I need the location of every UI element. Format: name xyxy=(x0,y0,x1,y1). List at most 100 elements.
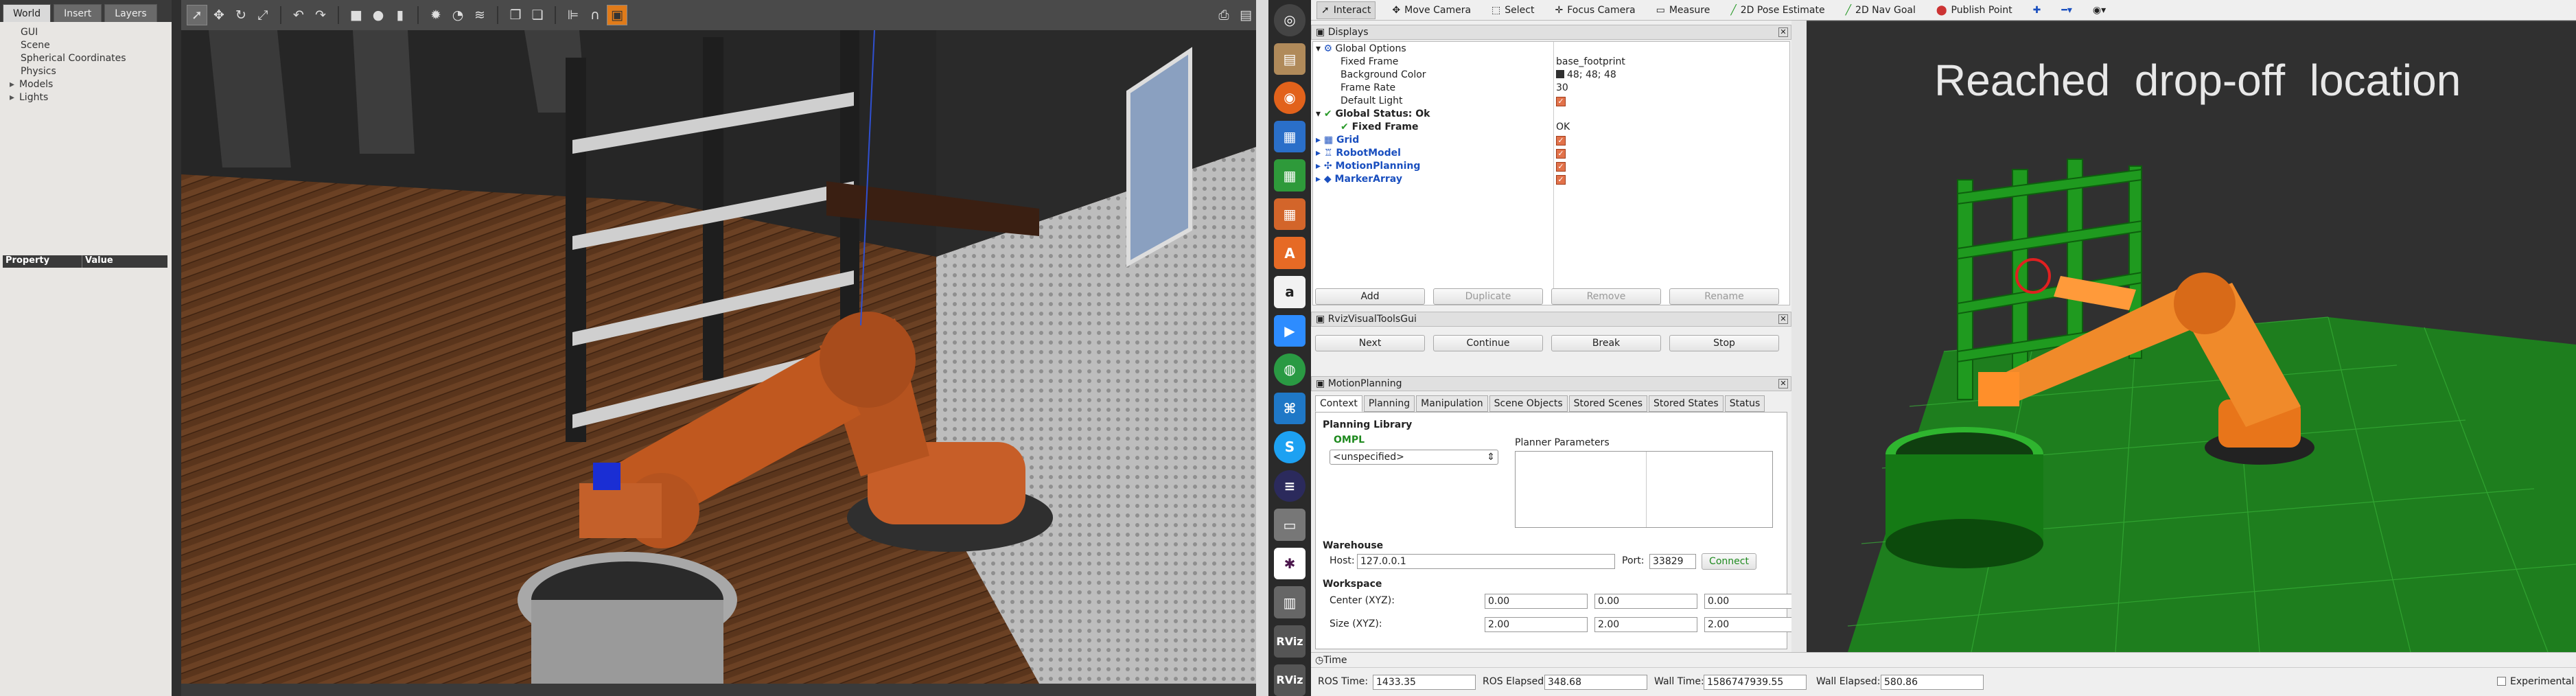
close-icon[interactable]: ✕ xyxy=(1778,314,1788,324)
tree-row-background-color[interactable]: Background Color 48; 48; 48 xyxy=(1313,68,1789,81)
grid-checkbox[interactable]: ✓ xyxy=(1556,135,1566,146)
motionplanning-checkbox[interactable]: ✓ xyxy=(1556,161,1566,172)
robotmodel-checkbox[interactable]: ✓ xyxy=(1556,148,1566,159)
ros-elapsed-field[interactable]: 348.68 xyxy=(1544,675,1647,690)
paste-icon[interactable]: ❏ xyxy=(527,5,548,25)
tree-row-status-fixed-frame[interactable]: ✔ Fixed Frame OK xyxy=(1313,120,1789,133)
calc-icon[interactable]: ▦ xyxy=(1274,159,1306,192)
tab-stored-scenes[interactable]: Stored Scenes xyxy=(1568,395,1647,412)
cylinder-shape-icon[interactable]: ▮ xyxy=(390,5,410,25)
snap-icon[interactable]: ∩ xyxy=(585,5,605,25)
add-tool-button[interactable]: ✚ xyxy=(2029,1,2045,19)
record-icon[interactable]: ▤ xyxy=(1235,5,1256,25)
tool-interact[interactable]: ➚ Interact xyxy=(1316,1,1376,19)
tree-row-frame-rate[interactable]: Frame Rate 30 xyxy=(1313,81,1789,94)
tab-manipulation[interactable]: Manipulation xyxy=(1416,395,1488,412)
remove-button[interactable]: Remove xyxy=(1551,288,1661,305)
close-icon[interactable]: ✕ xyxy=(1778,27,1788,37)
orange-camera-icon[interactable]: ▣ xyxy=(607,5,627,25)
redo-icon[interactable]: ↷ xyxy=(310,5,331,25)
port-input[interactable]: 33829 xyxy=(1649,554,1696,569)
tree-row-default-light[interactable]: Default Light ✓ xyxy=(1313,94,1789,107)
software-center-icon[interactable]: A xyxy=(1274,237,1306,269)
tool-measure[interactable]: ▭ Measure xyxy=(1652,1,1715,19)
tool-move-camera[interactable]: ✥ Move Camera xyxy=(1388,1,1475,19)
tree-row-global-status[interactable]: ▾ ✔ Global Status: Ok xyxy=(1313,107,1789,120)
scale-mode-icon[interactable]: ⤢ xyxy=(253,5,273,25)
ros-time-field[interactable]: 1433.35 xyxy=(1373,675,1476,690)
tree-row-robotmodel[interactable]: ▸ ♖ RobotModel ✓ xyxy=(1313,146,1789,159)
firefox-icon[interactable]: ◉ xyxy=(1274,82,1306,114)
point-light-icon[interactable]: ✹ xyxy=(426,5,446,25)
align-icon[interactable]: ⊫ xyxy=(563,5,583,25)
stop-button[interactable]: Stop xyxy=(1669,335,1779,351)
tree-row-grid[interactable]: ▸ ▦ Grid ✓ xyxy=(1313,133,1789,146)
tree-row-global-options[interactable]: ▾ ⚙ Global Options xyxy=(1313,42,1789,55)
gazebo-3d-viewport[interactable] xyxy=(181,30,1256,684)
ubuntu-logo-icon[interactable]: ◎ xyxy=(1274,4,1306,36)
add-button[interactable]: Add xyxy=(1315,288,1425,305)
skype-icon[interactable]: S xyxy=(1274,431,1306,463)
tab-insert[interactable]: Insert xyxy=(54,4,102,22)
tool-publish-point[interactable]: ⬤ Publish Point xyxy=(1932,1,2017,19)
select-mode-icon[interactable]: ➚ xyxy=(187,5,207,25)
undo-icon[interactable]: ↶ xyxy=(288,5,309,25)
tab-status[interactable]: Status xyxy=(1724,395,1765,412)
tool-focus-camera[interactable]: ✛ Focus Camera xyxy=(1551,1,1639,19)
center-x-input[interactable]: 0.00 xyxy=(1485,594,1588,609)
box-shape-icon[interactable]: ■ xyxy=(346,5,367,25)
close-icon[interactable]: ✕ xyxy=(1778,379,1788,388)
rename-button[interactable]: Rename xyxy=(1669,288,1779,305)
planner-parameters-table[interactable] xyxy=(1515,451,1773,528)
size-y-input[interactable]: 2.00 xyxy=(1594,617,1697,632)
tab-layers[interactable]: Layers xyxy=(104,4,157,22)
slack-icon[interactable]: ✱ xyxy=(1274,547,1306,580)
tree-item-spherical-coordinates[interactable]: Spherical Coordinates xyxy=(3,52,170,65)
background-color-value[interactable]: 48; 48; 48 xyxy=(1567,69,1616,80)
copy-icon[interactable]: ❐ xyxy=(505,5,526,25)
experimental-checkbox[interactable] xyxy=(2497,677,2506,686)
amazon-icon[interactable]: a xyxy=(1274,275,1306,308)
break-button[interactable]: Break xyxy=(1551,335,1661,351)
view-options-button[interactable]: ◉▾ xyxy=(2089,1,2110,19)
translate-mode-icon[interactable]: ✥ xyxy=(209,5,229,25)
directional-light-icon[interactable]: ≋ xyxy=(469,5,490,25)
tree-item-lights[interactable]: Lights xyxy=(3,91,170,104)
rotate-mode-icon[interactable]: ↻ xyxy=(231,5,251,25)
default-light-checkbox[interactable]: ✓ xyxy=(1556,96,1566,106)
tree-item-models[interactable]: Models xyxy=(3,78,170,91)
tool-2d-pose-estimate[interactable]: ╱ 2D Pose Estimate xyxy=(1726,1,1829,19)
planner-select[interactable]: <unspecified> ⇕ xyxy=(1330,450,1498,465)
chrome-icon[interactable]: ◍ xyxy=(1274,353,1306,386)
zoom-icon[interactable]: ▶ xyxy=(1274,314,1306,347)
size-x-input[interactable]: 2.00 xyxy=(1485,617,1588,632)
drive-icon[interactable]: ▭ xyxy=(1274,509,1306,541)
vscode-icon[interactable]: ⌘ xyxy=(1274,392,1306,425)
tree-item-gui[interactable]: GUI xyxy=(3,26,170,39)
tree-item-scene[interactable]: Scene xyxy=(3,39,170,52)
rviz-icon[interactable]: RViz xyxy=(1274,625,1306,658)
remove-tool-button[interactable]: ━▾ xyxy=(2057,1,2076,19)
impress-icon[interactable]: ▦ xyxy=(1274,198,1306,231)
tree-item-physics[interactable]: Physics xyxy=(3,65,170,78)
next-button[interactable]: Next xyxy=(1315,335,1425,351)
panel-splitter[interactable] xyxy=(1791,21,1807,652)
files-icon[interactable]: ▤ xyxy=(1274,43,1306,76)
tab-scene-objects[interactable]: Scene Objects xyxy=(1489,395,1568,412)
tree-row-motionplanning[interactable]: ▸ ✣ MotionPlanning ✓ xyxy=(1313,159,1789,172)
rviz-3d-viewport[interactable]: Reached drop-off location xyxy=(1807,22,2576,652)
markerarray-checkbox[interactable]: ✓ xyxy=(1556,174,1566,185)
printer-icon[interactable]: ▥ xyxy=(1274,586,1306,618)
spot-light-icon[interactable]: ◔ xyxy=(448,5,468,25)
continue-button[interactable]: Continue xyxy=(1433,335,1543,351)
tree-row-fixed-frame[interactable]: Fixed Frame base_footprint xyxy=(1313,55,1789,68)
sphere-shape-icon[interactable]: ● xyxy=(368,5,388,25)
wall-time-field[interactable]: 1586747939.55 xyxy=(1704,675,1807,690)
screenshot-icon[interactable]: ⎙ xyxy=(1214,5,1234,25)
tool-2d-nav-goal[interactable]: ╱ 2D Nav Goal xyxy=(1842,1,1920,19)
tab-planning[interactable]: Planning xyxy=(1363,395,1415,412)
tab-world[interactable]: World xyxy=(3,4,51,22)
eclipse-icon[interactable]: ≡ xyxy=(1274,469,1306,502)
connect-button[interactable]: Connect xyxy=(1702,553,1756,570)
duplicate-button[interactable]: Duplicate xyxy=(1433,288,1543,305)
